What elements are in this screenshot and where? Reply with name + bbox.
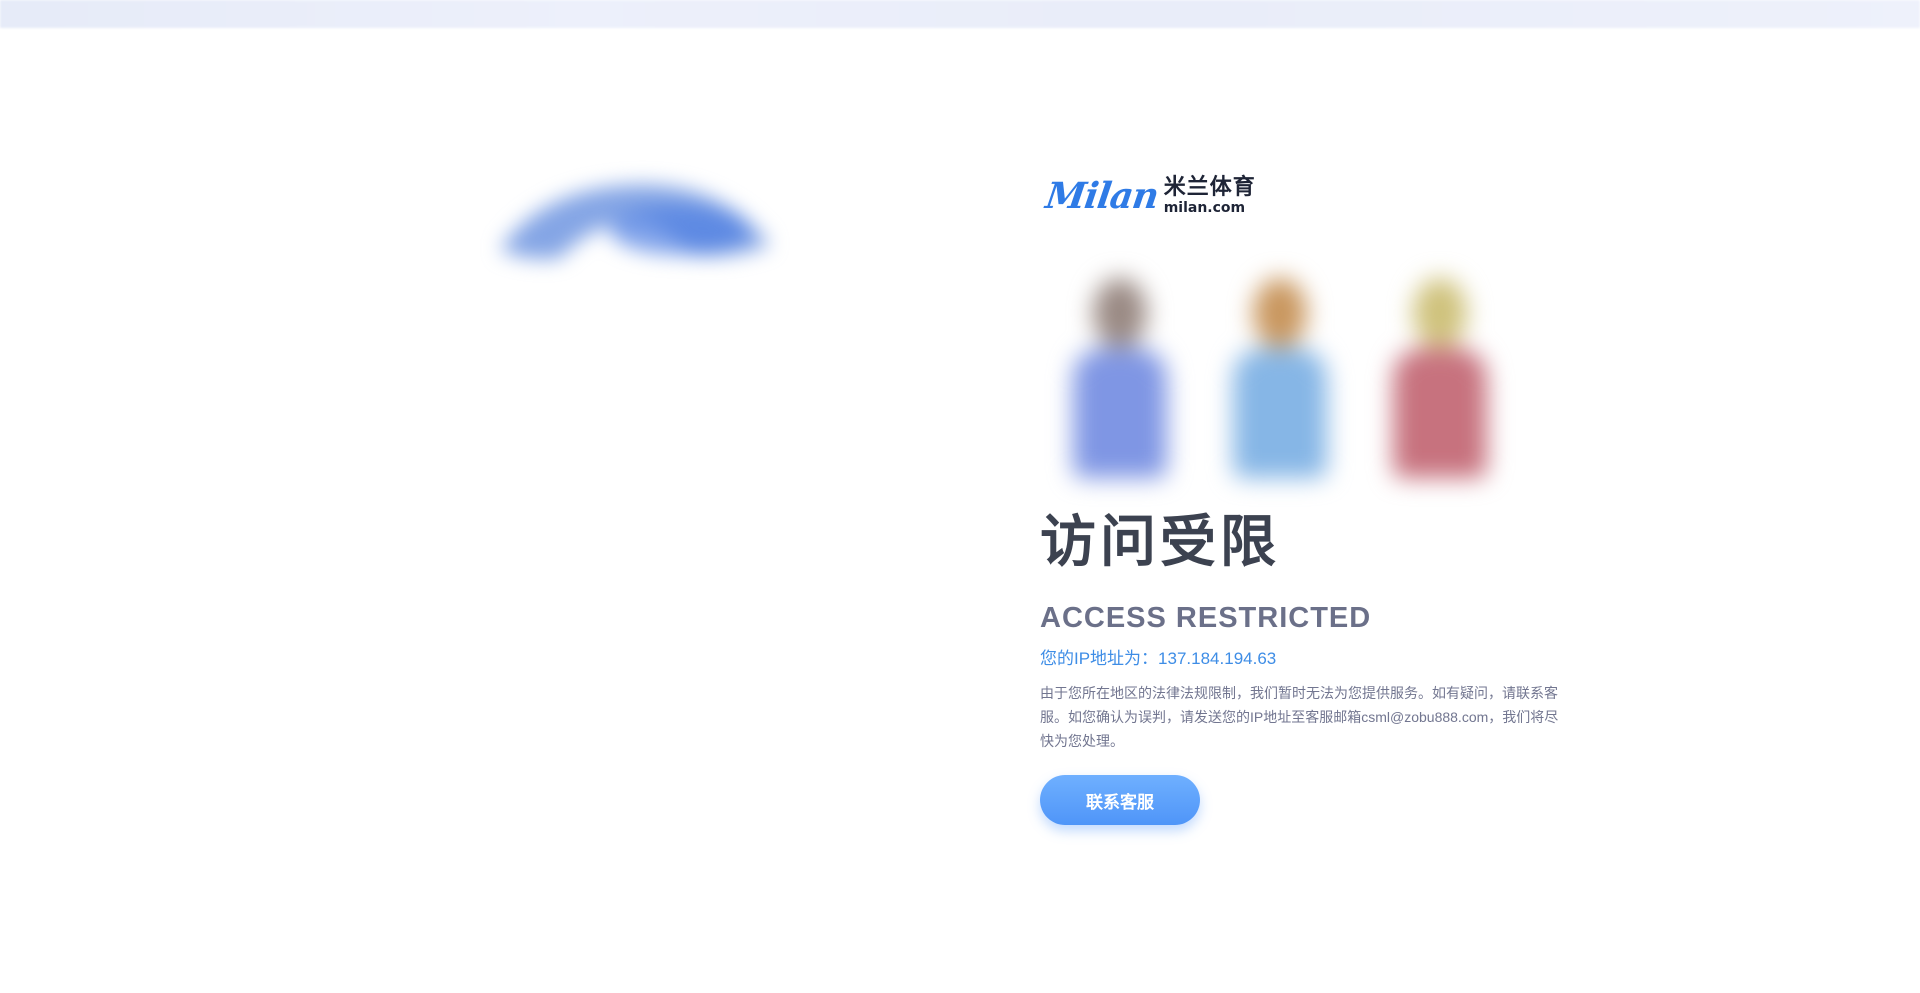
brand-logo[interactable]: Milan 米兰体育 milan.com [1043,172,1256,220]
logo-text: 米兰体育 milan.com [1163,175,1256,216]
page-title-cn: 访问受限 [1040,510,1280,575]
player-head [1093,278,1147,348]
player-shirt [1393,348,1487,478]
page-title-en: ACCESS RESTRICTED [1040,602,1372,634]
top-banner-strip [0,0,1920,28]
contact-support-button[interactable]: 联系客服 [1040,775,1200,825]
player-figure-3 [1385,278,1495,488]
player-figure-2 [1225,278,1335,488]
player-shirt [1233,348,1327,478]
player-head [1413,278,1467,348]
player-figure-1 [1065,278,1175,488]
player-shirt [1073,348,1167,478]
ip-address-text: 您的IP地址为：137.184.194.63 [1040,649,1277,668]
logo-domain: milan.com [1163,200,1246,216]
logo-name-cn: 米兰体育 [1163,175,1256,200]
logo-mark: Milan [1043,175,1161,217]
player-head [1253,278,1307,348]
blurred-illustration [500,184,770,259]
players-banner-image [1040,268,1520,488]
restriction-description: 由于您所在地区的法律法规限制，我们暂时无法为您提供服务。如有疑问，请联系客服。如… [1040,685,1559,749]
